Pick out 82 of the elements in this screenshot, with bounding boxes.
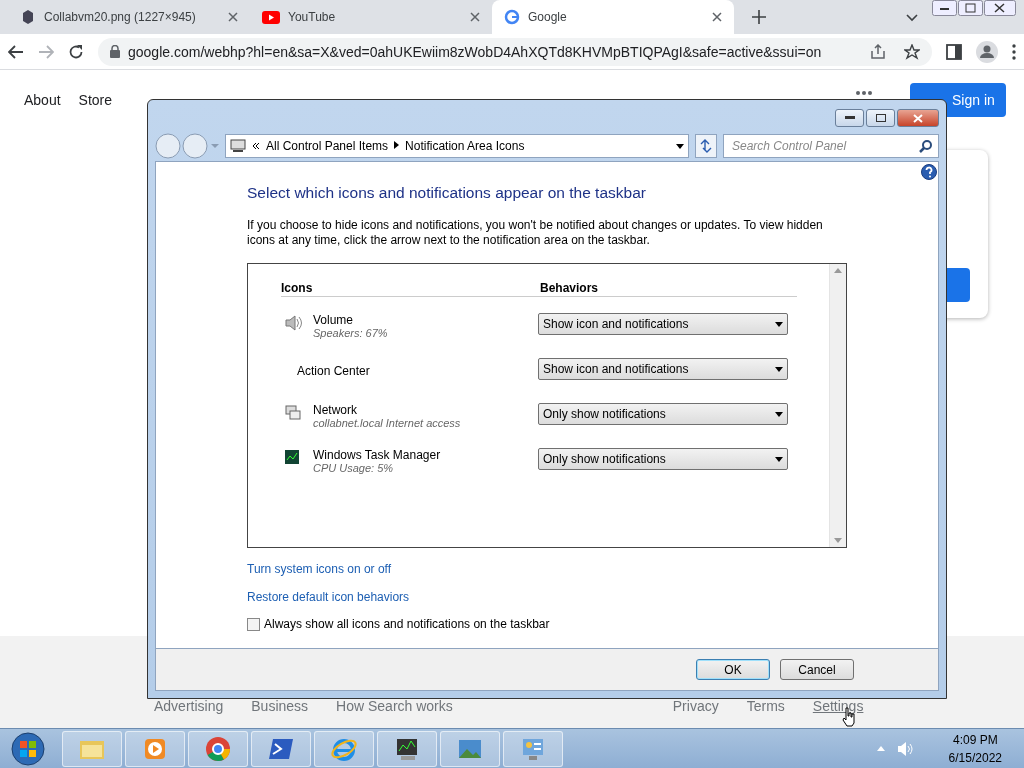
icon-status: collabnet.local Internet access bbox=[313, 417, 462, 429]
close-icon bbox=[913, 113, 923, 123]
address-breadcrumb[interactable]: All Control Panel Items Notification Area Icons bbox=[225, 134, 689, 158]
checkbox-label: Always show all icons and notifications on the taskbar bbox=[264, 617, 550, 631]
new-tab-icon[interactable] bbox=[752, 10, 766, 24]
lock-icon bbox=[110, 45, 120, 58]
minimize-button[interactable] bbox=[835, 109, 864, 127]
side-panel-icon[interactable] bbox=[946, 43, 962, 60]
caret-icon bbox=[775, 366, 783, 372]
behavior-dropdown[interactable]: Only show notifications bbox=[538, 403, 788, 425]
close-icon[interactable] bbox=[712, 12, 722, 22]
behavior-dropdown[interactable]: Only show notifications bbox=[538, 448, 788, 470]
taskbar-button[interactable] bbox=[377, 730, 437, 767]
description-text: If you choose to hide icons and notifications, you won't be notified about changes or updates. To view hidden icons at any time, click the arrow next to the notification area on the taskbar. bbox=[247, 218, 824, 248]
icon-name: Windows Task Manager bbox=[313, 448, 442, 462]
task-link[interactable]: Turn system icons on or off bbox=[247, 562, 392, 576]
menu-icon[interactable] bbox=[1012, 43, 1016, 60]
maximize-button[interactable] bbox=[866, 109, 895, 127]
column-header: Behaviors bbox=[540, 281, 600, 295]
footer-link[interactable]: Terms bbox=[746, 698, 785, 714]
header-link[interactable]: Store bbox=[78, 92, 113, 108]
speaker-icon bbox=[285, 315, 303, 331]
refresh-icon[interactable] bbox=[695, 134, 717, 158]
dialog-button[interactable]: Cancel bbox=[780, 659, 854, 680]
caret-icon bbox=[676, 143, 684, 149]
footer-link[interactable]: Settings bbox=[812, 698, 864, 714]
footer-link[interactable]: Business bbox=[251, 698, 309, 714]
windows-logo-icon bbox=[11, 731, 45, 766]
browser-tab[interactable]: Google bbox=[492, 0, 734, 34]
footer-link[interactable]: How Search works bbox=[336, 698, 453, 714]
caret-icon bbox=[775, 321, 783, 327]
header-link[interactable]: About bbox=[24, 92, 61, 108]
page-heading: Select which icons and notifications appear on the taskbar bbox=[247, 184, 647, 202]
minimize-icon bbox=[844, 116, 855, 120]
close-icon[interactable] bbox=[228, 12, 238, 22]
network-icon bbox=[285, 405, 301, 421]
tab-favicon-icon bbox=[20, 9, 36, 25]
chevron-down-icon[interactable] bbox=[906, 14, 918, 22]
maximize-icon bbox=[875, 114, 886, 122]
computer-icon bbox=[230, 139, 246, 153]
behavior-dropdown[interactable]: Show icon and notifications bbox=[538, 358, 788, 380]
caret-icon bbox=[775, 456, 783, 462]
behavior-dropdown[interactable]: Show icon and notifications bbox=[538, 313, 788, 335]
clock-time[interactable]: 4:09 PM bbox=[952, 730, 998, 749]
icon-name: Volume bbox=[313, 313, 355, 327]
share-icon[interactable] bbox=[870, 43, 886, 60]
chevron-right-icon bbox=[394, 141, 400, 149]
back-icon[interactable] bbox=[8, 44, 24, 59]
icon-status: CPU Usage: 5% bbox=[313, 462, 395, 474]
browser-tab[interactable]: YouTube bbox=[250, 0, 492, 34]
dialog-button[interactable]: OK bbox=[696, 659, 770, 680]
breadcrumb-item[interactable]: Notification Area Icons bbox=[405, 139, 525, 153]
play-logo-icon bbox=[262, 10, 280, 24]
icon-name: Action Center bbox=[297, 364, 371, 378]
browser-tab[interactable]: Collabvm20.png (1227×945) bbox=[8, 0, 250, 34]
star-icon[interactable] bbox=[904, 43, 920, 60]
chrome-icon bbox=[204, 734, 232, 763]
column-header: Icons bbox=[281, 281, 314, 295]
task-link[interactable]: Restore default icon behaviors bbox=[247, 590, 410, 604]
footer-link[interactable]: Advertising bbox=[154, 698, 224, 714]
search-icon bbox=[919, 139, 932, 153]
reload-icon[interactable] bbox=[68, 43, 84, 60]
g-logo-icon bbox=[504, 9, 520, 25]
clock-date[interactable]: 6/15/2022 bbox=[948, 748, 1002, 767]
footer-link[interactable]: Privacy bbox=[672, 698, 719, 714]
double-chevron-icon bbox=[252, 142, 260, 150]
window-controls-icon[interactable] bbox=[932, 0, 1016, 18]
avatar-icon[interactable] bbox=[976, 40, 998, 63]
search-input[interactable]: Search Control Panel bbox=[730, 138, 919, 154]
icon-status: Speakers: 67% bbox=[313, 327, 389, 339]
icon-name: Network bbox=[313, 403, 358, 417]
help-icon[interactable] bbox=[921, 164, 937, 180]
search-field[interactable]: Search Control Panel bbox=[723, 134, 939, 158]
close-button[interactable] bbox=[897, 109, 939, 127]
close-icon[interactable] bbox=[470, 12, 480, 22]
address-bar[interactable]: google.com/webhp?hl=en&sa=X&ved=0ahUKEwiim8zWobD4AhXQTd8KHVMpBTIQPAgI&safe=active&ssui=on bbox=[98, 37, 932, 66]
taskbar-button[interactable] bbox=[251, 730, 311, 767]
breadcrumb-item[interactable]: All Control Panel Items bbox=[266, 139, 389, 153]
caret-icon bbox=[775, 411, 783, 417]
checkbox[interactable] bbox=[247, 617, 260, 631]
apps-icon[interactable] bbox=[856, 91, 872, 95]
task-manager-icon bbox=[285, 450, 299, 464]
